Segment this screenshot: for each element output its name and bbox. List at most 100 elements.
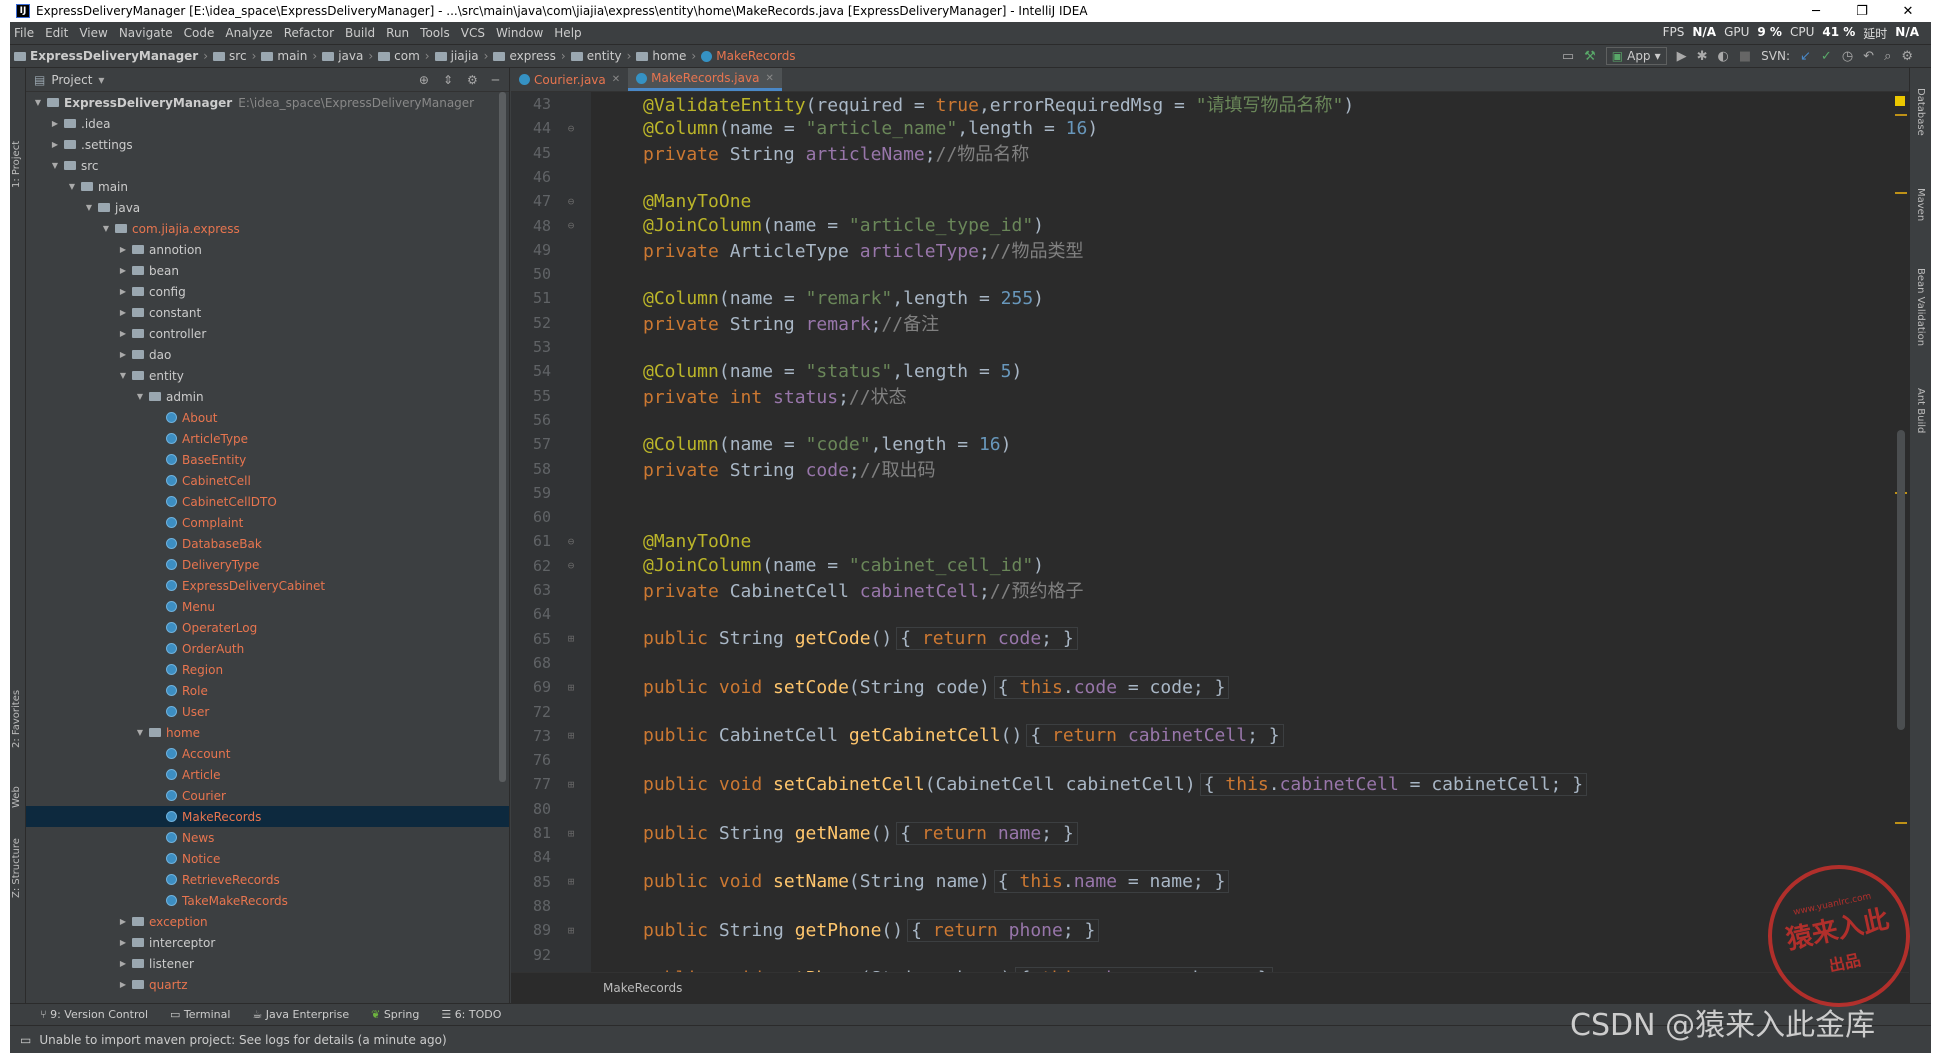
expand-right-icon[interactable]: ▶	[49, 119, 61, 128]
svn-commit-icon[interactable]: ✓	[1821, 49, 1832, 64]
tree-node[interactable]: RetrieveRecords	[26, 869, 509, 890]
menu-refactor[interactable]: Refactor	[284, 26, 334, 40]
tree-node[interactable]: Region	[26, 659, 509, 680]
svn-revert-icon[interactable]: ↶	[1863, 49, 1874, 64]
fold-marker-icon[interactable]: ⊖	[551, 559, 591, 572]
fold-marker-icon[interactable]: ⊞	[551, 632, 591, 645]
code-line[interactable]: 48 ⊖ @JoinColumn(name = "article_type_id")	[511, 214, 1909, 238]
code-line[interactable]: 44 ⊖ @Column(name = "article_name",length …	[511, 116, 1909, 140]
tree-node[interactable]: Notice	[26, 848, 509, 869]
warning-marker[interactable]	[1895, 96, 1905, 106]
version-control-tab[interactable]: ⑂ 9: Version Control	[40, 1008, 148, 1021]
expand-right-icon[interactable]: ▶	[117, 287, 129, 296]
tree-node[interactable]: ▼ ExpressDeliveryManager E:\idea_space\Exp…	[26, 92, 509, 113]
menu-view[interactable]: View	[79, 26, 107, 40]
tree-node[interactable]: DatabaseBak	[26, 533, 509, 554]
menu-analyze[interactable]: Analyze	[225, 26, 272, 40]
code-line[interactable]: 43 @ValidateEntity(required = true,errorR…	[511, 92, 1909, 116]
expand-right-icon[interactable]: ▶	[117, 980, 129, 989]
editor-breadcrumb[interactable]: MakeRecords	[603, 981, 682, 995]
expand-down-icon[interactable]: ▼	[100, 224, 112, 233]
editor-scroll-thumb[interactable]	[1897, 430, 1905, 730]
terminal-tab[interactable]: ▭ Terminal	[170, 1008, 230, 1021]
code-line[interactable]: 92	[511, 943, 1909, 967]
tree-node[interactable]: ExpressDeliveryCabinet	[26, 575, 509, 596]
tree-node[interactable]: DeliveryType	[26, 554, 509, 575]
breadcrumb-project[interactable]: ExpressDeliveryManager ›	[14, 49, 213, 63]
menu-build[interactable]: Build	[345, 26, 375, 40]
run-icon[interactable]: ▶	[1677, 49, 1687, 64]
menu-navigate[interactable]: Navigate	[119, 26, 173, 40]
tree-node[interactable]: ▶ interceptor	[26, 932, 509, 953]
fold-marker-icon[interactable]: ⊞	[551, 729, 591, 742]
expand-right-icon[interactable]: ▶	[117, 329, 129, 338]
project-scrollbar[interactable]	[499, 92, 506, 782]
code-line[interactable]: 84	[511, 845, 1909, 869]
stop-icon[interactable]: ■	[1739, 49, 1751, 64]
expand-down-icon[interactable]: ▼	[117, 371, 129, 380]
menu-code[interactable]: Code	[184, 26, 215, 40]
tree-node[interactable]: Role	[26, 680, 509, 701]
code-area[interactable]: 43 @ValidateEntity(required = true,errorR…	[511, 92, 1909, 972]
tree-node[interactable]: ▶ .idea	[26, 113, 509, 134]
restore-button[interactable]: ❐	[1839, 4, 1885, 19]
menu-edit[interactable]: Edit	[45, 26, 68, 40]
breadcrumb-jiajia[interactable]: jiajia ›	[434, 49, 494, 63]
close-tab-icon[interactable]: ✕	[612, 74, 620, 85]
tree-node[interactable]: ▼ main	[26, 176, 509, 197]
tree-node[interactable]: ▶ listener	[26, 953, 509, 974]
tree-node[interactable]: ▶ exception	[26, 911, 509, 932]
gear-icon[interactable]: ⚙	[467, 73, 478, 87]
code-line[interactable]: 65 ⊞ public String getCode(){ return code;…	[511, 627, 1909, 651]
tree-node[interactable]: Account	[26, 743, 509, 764]
code-line[interactable]: 59	[511, 481, 1909, 505]
code-line[interactable]: 52 private String remark;//备注	[511, 311, 1909, 335]
breadcrumb-express[interactable]: express ›	[493, 49, 570, 63]
tree-node[interactable]: OperaterLog	[26, 617, 509, 638]
expand-right-icon[interactable]: ▶	[117, 350, 129, 359]
code-line[interactable]: 55 private int status;//状态	[511, 384, 1909, 408]
breadcrumb-entity[interactable]: entity ›	[570, 49, 637, 63]
expand-right-icon[interactable]: ▶	[49, 140, 61, 149]
fold-marker-icon[interactable]: ⊖	[551, 195, 591, 208]
ant-build-tool-tab[interactable]: Ant Build	[1915, 388, 1926, 433]
todo-tab[interactable]: ☰ 6: TODO	[441, 1008, 501, 1021]
tree-node[interactable]: ▼ java	[26, 197, 509, 218]
expand-down-icon[interactable]: ▼	[49, 161, 61, 170]
breadcrumb-home[interactable]: home ›	[636, 49, 701, 63]
svn-update-icon[interactable]: ↙	[1800, 49, 1811, 64]
fold-marker-icon[interactable]: ⊞	[551, 681, 591, 694]
error-stripe-mark[interactable]	[1895, 192, 1907, 194]
code-line[interactable]: 68	[511, 651, 1909, 675]
code-line[interactable]: 54 @Column(name = "status",length = 5)	[511, 359, 1909, 383]
tab-makerecords-java[interactable]: MakeRecords.java ✕	[628, 68, 782, 91]
fold-marker-icon[interactable]: ⊞	[551, 827, 591, 840]
tree-node[interactable]: ▶ constant	[26, 302, 509, 323]
collapse-all-icon[interactable]: ⇕	[443, 73, 453, 87]
tree-node[interactable]: ▼ com.jiajia.express	[26, 218, 509, 239]
tree-node[interactable]: User	[26, 701, 509, 722]
expand-right-icon[interactable]: ▶	[117, 938, 129, 947]
error-stripe-mark[interactable]	[1895, 114, 1907, 116]
tree-node[interactable]: ▶ bean	[26, 260, 509, 281]
run-config-select[interactable]: ▣ App ▾	[1605, 47, 1667, 65]
code-line[interactable]: 63 private CabinetCell cabinetCell;//预约格子	[511, 578, 1909, 602]
chevron-down-icon[interactable]: ▾	[98, 73, 104, 87]
breadcrumb-java[interactable]: java ›	[322, 49, 378, 63]
fold-marker-icon[interactable]: ⊖	[551, 122, 591, 135]
code-line[interactable]: 81 ⊞ public String getName(){ return name;…	[511, 821, 1909, 845]
tree-node[interactable]: News	[26, 827, 509, 848]
editor-scrollbar[interactable]	[1893, 92, 1909, 972]
menu-window[interactable]: Window	[496, 26, 543, 40]
build-hammer-icon[interactable]: ⚒	[1584, 49, 1596, 64]
locate-icon[interactable]: ⊕	[419, 73, 429, 87]
fold-marker-icon[interactable]: ⊞	[551, 924, 591, 937]
code-line[interactable]: 61 ⊖ @ManyToOne	[511, 529, 1909, 553]
maven-tool-tab[interactable]: Maven	[1915, 188, 1926, 221]
expand-down-icon[interactable]: ▼	[83, 203, 95, 212]
breadcrumb-src[interactable]: src ›	[213, 49, 261, 63]
tree-node[interactable]: MakeRecords	[26, 806, 509, 827]
error-stripe-mark[interactable]	[1895, 822, 1907, 824]
database-tool-tab[interactable]: Database	[1915, 88, 1926, 136]
expand-right-icon[interactable]: ▶	[117, 245, 129, 254]
